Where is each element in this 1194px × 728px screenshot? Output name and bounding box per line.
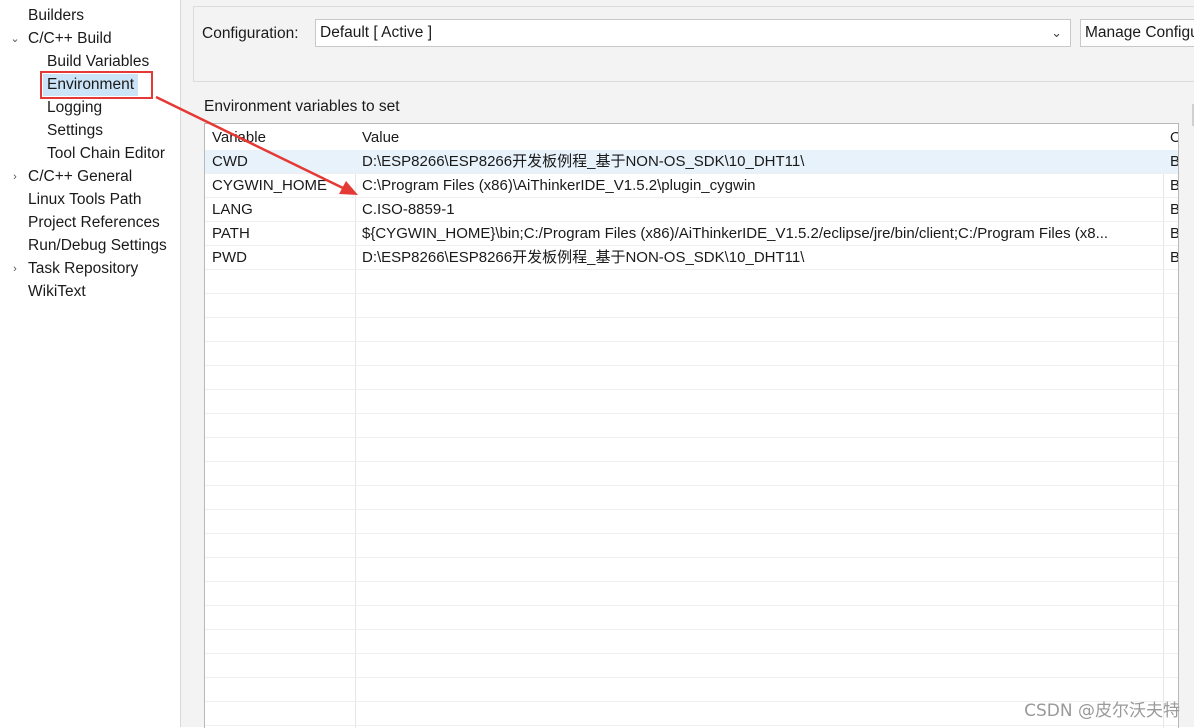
variable-cell: LANG	[212, 201, 253, 218]
watermark: CSDN @皮尔沃夫特	[1024, 701, 1180, 721]
empty-table-row	[205, 366, 1178, 390]
empty-table-row	[205, 558, 1178, 582]
table-header: Variable Value Origin	[205, 124, 1178, 151]
empty-table-row	[205, 606, 1178, 630]
value-cell: C:\Program Files (x86)\AiThinkerIDE_V1.5…	[362, 177, 756, 194]
variable-cell: PWD	[212, 249, 247, 266]
table-row[interactable]: CYGWIN_HOME C:\Program Files (x86)\AiThi…	[205, 174, 1178, 198]
table-row[interactable]: LANG C.ISO-8859-1 BUILD SYSTEM	[205, 198, 1178, 222]
empty-table-row	[205, 654, 1178, 678]
empty-table-row	[205, 390, 1178, 414]
tree-item-task-repository[interactable]: Task Repository	[28, 258, 138, 280]
empty-table-row	[205, 510, 1178, 534]
configuration-label: Configuration:	[202, 25, 299, 42]
annotation-highlight-box	[40, 71, 153, 99]
tree-item-build-variables[interactable]: Build Variables	[47, 51, 149, 73]
empty-table-row	[205, 414, 1178, 438]
variable-cell: PATH	[212, 225, 250, 242]
origin-cell: BUILD SYSTEM	[1163, 174, 1178, 198]
empty-table-row	[205, 582, 1178, 606]
configuration-value: Default [ Active ]	[320, 24, 432, 41]
variable-cell: CWD	[212, 153, 248, 170]
empty-table-row	[205, 294, 1178, 318]
origin-cell: BUILD SYSTEM	[1163, 198, 1178, 222]
origin-cell: BUILD SYSTEM	[1163, 150, 1178, 174]
empty-table-row	[205, 462, 1178, 486]
collapsed-chevron-icon[interactable]: ›	[9, 166, 21, 188]
chevron-down-icon: ⌄	[1051, 25, 1062, 40]
configuration-select[interactable]: Default [ Active ] ⌄	[315, 19, 1071, 47]
expand-chevron-icon[interactable]: ⌄	[9, 28, 21, 50]
tree-item-tool-chain-editor[interactable]: Tool Chain Editor	[47, 143, 165, 165]
empty-table-row	[205, 486, 1178, 510]
tree-item-settings[interactable]: Settings	[47, 120, 103, 142]
value-cell: D:\ESP8266\ESP8266开发板例程_基于NON-OS_SDK\10_…	[362, 153, 805, 170]
manage-configurations-button[interactable]: Manage Configurations...	[1080, 19, 1194, 47]
empty-table-row	[205, 318, 1178, 342]
env-section-label: Environment variables to set	[204, 98, 400, 115]
empty-table-row	[205, 270, 1178, 294]
column-header-value[interactable]: Value	[355, 124, 1163, 150]
column-header-origin[interactable]: Origin	[1163, 124, 1178, 150]
value-cell: ${CYGWIN_HOME}\bin;C:/Program Files (x86…	[362, 225, 1109, 242]
tree-item-cpp-general[interactable]: C/C++ General	[28, 166, 132, 188]
empty-table-row	[205, 630, 1178, 654]
origin-cell: BUILD SYSTEM	[1163, 222, 1178, 246]
tree-item-cpp-build[interactable]: C/C++ Build	[28, 28, 112, 50]
empty-table-row	[205, 438, 1178, 462]
column-header-variable[interactable]: Variable	[205, 124, 355, 150]
empty-table-row	[205, 534, 1178, 558]
collapsed-chevron-icon[interactable]: ›	[9, 258, 21, 280]
value-cell: D:\ESP8266\ESP8266开发板例程_基于NON-OS_SDK\10_…	[362, 249, 805, 266]
origin-cell: BUILD SYSTEM	[1163, 246, 1178, 270]
tree-item-linux-tools-path[interactable]: Linux Tools Path	[28, 189, 141, 211]
property-tree: Builders ⌄ C/C++ Build Build Variables E…	[0, 0, 181, 727]
tree-item-project-references[interactable]: Project References	[28, 212, 160, 234]
value-cell: C.ISO-8859-1	[362, 201, 455, 218]
table-row[interactable]: PATH ${CYGWIN_HOME}\bin;C:/Program Files…	[205, 222, 1178, 246]
configuration-group: Configuration: Default [ Active ] ⌄ Mana…	[193, 6, 1194, 82]
tree-item-wikitext[interactable]: WikiText	[28, 281, 86, 303]
tree-item-run-debug-settings[interactable]: Run/Debug Settings	[28, 235, 167, 257]
environment-page: Configuration: Default [ Active ] ⌄ Mana…	[181, 0, 1194, 728]
empty-table-row	[205, 342, 1178, 366]
table-row[interactable]: PWD D:\ESP8266\ESP8266开发板例程_基于NON-OS_SDK…	[205, 246, 1178, 270]
table-row[interactable]: CWD D:\ESP8266\ESP8266开发板例程_基于NON-OS_SDK…	[205, 150, 1178, 174]
variable-cell: CYGWIN_HOME	[212, 177, 328, 194]
tree-item-logging[interactable]: Logging	[47, 97, 102, 119]
env-variables-table: Variable Value Origin CWD D:\ESP8266\ESP…	[204, 123, 1179, 728]
tree-item-builders[interactable]: Builders	[28, 5, 84, 27]
